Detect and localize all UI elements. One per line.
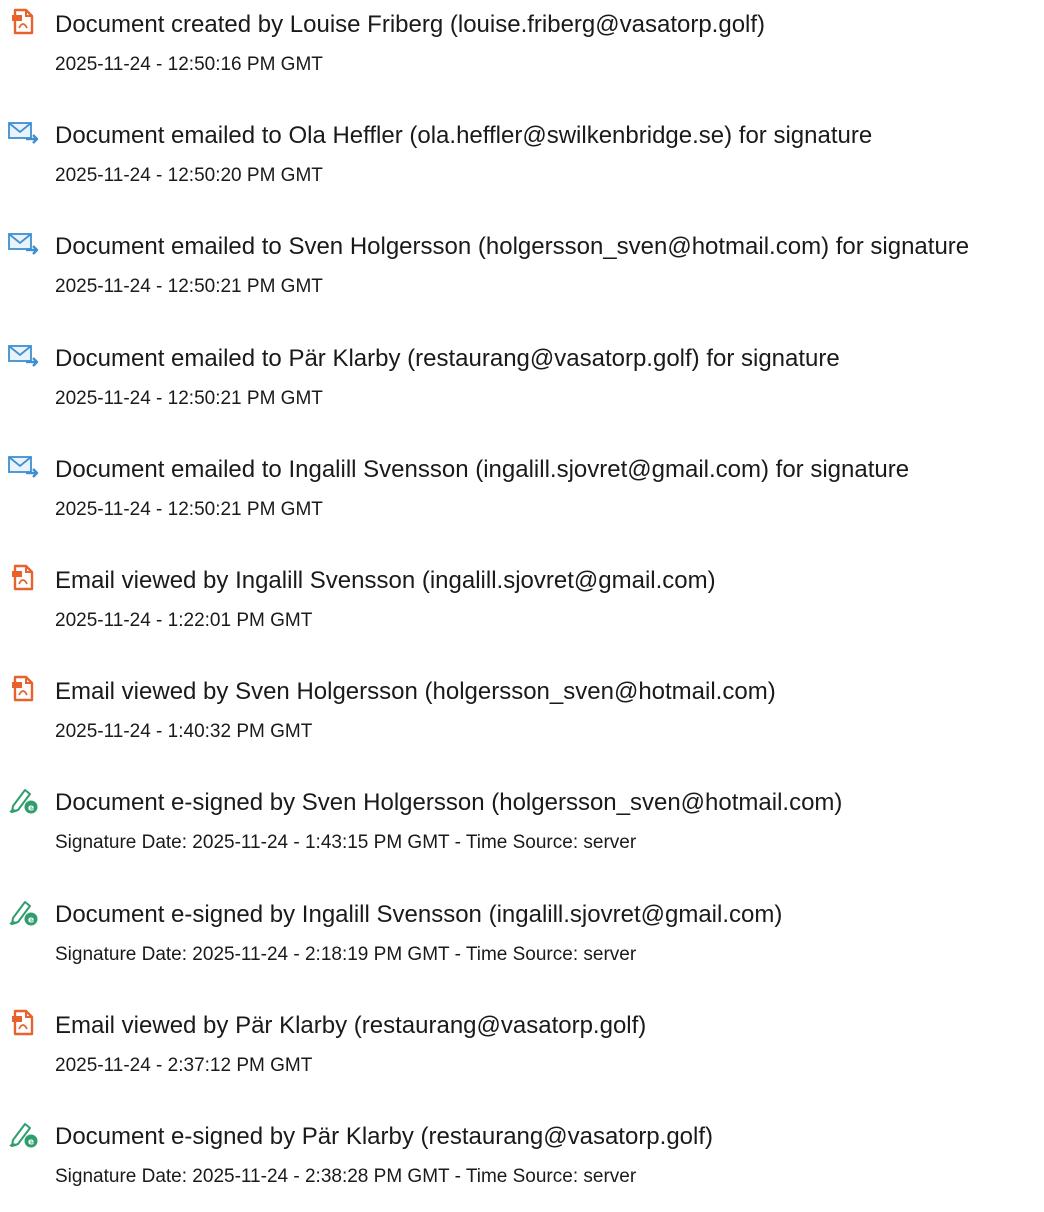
audit-event-title: Document created by Louise Friberg (loui…	[55, 11, 766, 38]
email-sent-icon	[6, 117, 40, 149]
pdf-document-icon	[6, 6, 40, 38]
audit-event-title: Email viewed by Sven Holgersson (holgers…	[55, 678, 776, 706]
e-sign-pen-icon: e	[6, 896, 40, 928]
audit-event-title: Document e-signed by Sven Holgersson (ho…	[55, 789, 843, 817]
audit-event-item: Document emailed to Ingalill Svensson (i…	[0, 445, 1044, 545]
e-sign-pen-icon: e	[6, 1118, 40, 1150]
audit-event-title: Email viewed by Pär Klarby (restaurang@v…	[55, 1011, 647, 1039]
audit-event-item: e Document e-signed by Sven Holgersson (h…	[0, 778, 1044, 878]
audit-event-item: Document emailed to Sven Holgersson (hol…	[0, 222, 1044, 322]
audit-event-title: Email viewed by Ingalill Svensson (ingal…	[55, 567, 716, 594]
audit-event-timestamp: Signature Date: 2025-11-24 - 2:18:19 PM …	[55, 943, 637, 965]
pdf-document-icon	[6, 562, 40, 594]
audit-event-timestamp: 2025-11-24 - 2:37:12 PM GMT	[55, 1054, 313, 1076]
audit-event-timestamp: 2025-11-24 - 12:50:21 PM GMT	[55, 387, 323, 409]
audit-event-item: Document emailed to Pär Klarby (restaura…	[0, 334, 1044, 434]
audit-event-item: Document emailed to Ola Heffler (ola.hef…	[0, 111, 1044, 211]
audit-event-timestamp: Signature Date: 2025-11-24 - 1:43:15 PM …	[55, 832, 637, 854]
email-sent-icon	[6, 451, 40, 483]
pdf-document-icon	[6, 673, 40, 705]
svg-text:e: e	[28, 915, 34, 925]
audit-event-item: Document created by Louise Friberg (loui…	[0, 0, 1044, 100]
svg-text:e: e	[28, 804, 34, 814]
email-sent-icon	[6, 340, 40, 372]
audit-event-item: Email viewed by Pär Klarby (restaurang@v…	[0, 1001, 1044, 1101]
audit-event-timestamp: 2025-11-24 - 12:50:16 PM GMT	[55, 54, 323, 75]
email-sent-icon	[6, 228, 40, 260]
audit-event-timestamp: Signature Date: 2025-11-24 - 2:38:28 PM …	[55, 1166, 637, 1187]
audit-event-title: Document emailed to Ola Heffler (ola.hef…	[55, 122, 873, 150]
pdf-document-icon	[6, 1007, 40, 1039]
audit-event-title: Document e-signed by Pär Klarby (restaur…	[55, 1123, 714, 1150]
audit-event-item: Email viewed by Ingalill Svensson (ingal…	[0, 556, 1044, 656]
audit-event-timestamp: 2025-11-24 - 1:40:32 PM GMT	[55, 721, 313, 743]
audit-event-title: Document emailed to Pär Klarby (restaura…	[55, 344, 840, 372]
audit-event-item: e Document e-signed by Ingalill Svensson …	[0, 890, 1044, 990]
audit-event-title: Document e-signed by Ingalill Svensson (…	[55, 900, 783, 928]
audit-event-timestamp: 2025-11-24 - 12:50:21 PM GMT	[55, 498, 323, 520]
e-sign-pen-icon: e	[6, 784, 40, 816]
audit-event-item: Email viewed by Sven Holgersson (holgers…	[0, 667, 1044, 767]
audit-event-title: Document emailed to Ingalill Svensson (i…	[55, 455, 910, 483]
audit-event-item: e Document e-signed by Pär Klarby (restau…	[0, 1112, 1044, 1212]
audit-event-timestamp: 2025-11-24 - 12:50:21 PM GMT	[55, 276, 323, 298]
audit-event-timestamp: 2025-11-24 - 12:50:20 PM GMT	[55, 165, 323, 187]
audit-event-timestamp: 2025-11-24 - 1:22:01 PM GMT	[55, 610, 313, 631]
svg-text:e: e	[28, 1138, 34, 1148]
audit-event-title: Document emailed to Sven Holgersson (hol…	[55, 233, 970, 261]
